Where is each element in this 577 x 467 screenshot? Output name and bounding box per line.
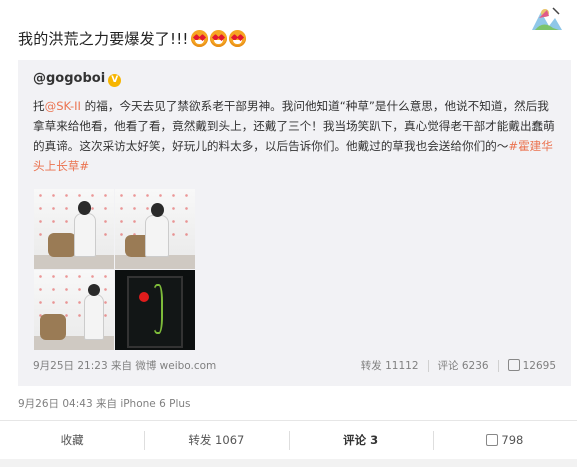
divider <box>0 459 577 467</box>
thumbs-up-icon <box>486 434 499 446</box>
photo-thumbnail[interactable] <box>115 270 195 350</box>
repost-comment-count[interactable]: 评论 6236 <box>438 358 489 373</box>
repost-like[interactable]: 12695 <box>507 359 556 372</box>
photo-thumbnail[interactable] <box>115 189 195 269</box>
comment-button[interactable]: 评论 3 <box>288 421 433 459</box>
action-bar: 收藏 转发 1067 评论 3 798 <box>0 420 577 459</box>
body-text: 的福，今天去见了禁欲系老干部男神。我问他知道“种草”是什么意思，他说不知道，然后… <box>33 99 555 153</box>
body-prefix: 托 <box>33 99 45 113</box>
thumbs-up-icon <box>507 359 520 371</box>
repost-stats: 转发 11112 评论 6236 12695 <box>361 358 556 373</box>
heart-eyes-icon <box>209 30 227 47</box>
favorite-button[interactable]: 收藏 <box>0 421 144 459</box>
like-button[interactable]: 798 <box>432 421 577 459</box>
post-text: 我的洪荒之力要爆发了!!! <box>18 28 246 49</box>
repost-repost-count[interactable]: 转发 11112 <box>361 358 419 373</box>
post-text-content: 我的洪荒之力要爆发了!!! <box>18 30 189 48</box>
repost-body: 托@SK-II 的福，今天去见了禁欲系老干部男神。我问他知道“种草”是什么意思，… <box>33 96 558 176</box>
repost-card[interactable]: @gogoboi V 托@SK-II 的福，今天去见了禁欲系老干部男神。我问他知道… <box>18 60 571 386</box>
photo-thumbnail[interactable] <box>34 189 114 269</box>
comment-count: 3 <box>370 433 379 447</box>
heart-eyes-icon <box>190 30 208 47</box>
author-link[interactable]: @gogoboi <box>33 71 105 86</box>
heart-eyes-icon <box>228 30 246 47</box>
avatar[interactable] <box>529 4 563 34</box>
like-count: 798 <box>501 433 524 447</box>
post-meta: 9月26日 04:43 来自 iPhone 6 Plus <box>18 398 191 410</box>
repost-button[interactable]: 转发 1067 <box>144 421 288 459</box>
repost-like-count: 12695 <box>522 360 556 372</box>
repost-meta: 9月25日 21:23 来自 微博 weibo.com <box>33 360 217 372</box>
comment-label: 评论 <box>343 433 367 447</box>
photo-thumbnail[interactable] <box>34 270 114 350</box>
repost-author: @gogoboi V <box>33 71 122 87</box>
mention-link[interactable]: @SK-II <box>45 99 81 113</box>
verified-badge-icon: V <box>108 74 122 87</box>
